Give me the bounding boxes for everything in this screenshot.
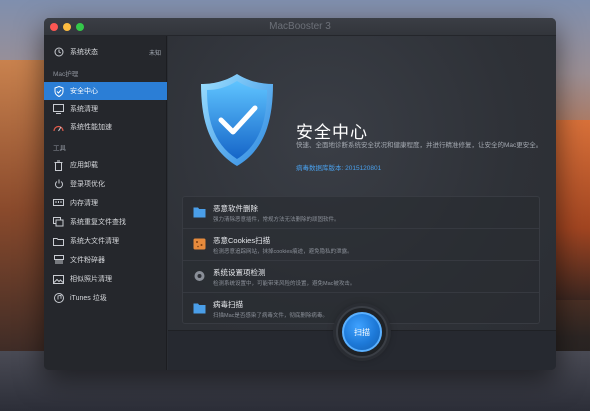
- app-window: MacBooster 3 系统状态 未知 Mac护理 安全中心 系统清理 系统性…: [44, 18, 556, 370]
- sidebar-item-duplicate-finder[interactable]: 系统重复文件查找: [44, 213, 167, 231]
- sidebar-item-security-center[interactable]: 安全中心: [44, 82, 167, 100]
- speedometer-icon: [53, 122, 64, 133]
- settings-icon: [194, 271, 205, 281]
- sidebar: 系统状态 未知 Mac护理 安全中心 系统清理 系统性能加速 工具 应用卸载 登…: [44, 36, 167, 370]
- section-heading-mac-care: Mac护理: [53, 71, 79, 78]
- sidebar-item-label: 登录项优化: [70, 181, 105, 188]
- folder-icon: [193, 207, 206, 218]
- feature-description: 扫描Mac是否感染了病毒文件，彻底删除病毒。: [213, 313, 328, 319]
- feature-description: 检测系统设置中，可能带来风险的设置，避免Mac被攻击。: [213, 281, 356, 287]
- virus-db-version: 病毒数据库版本: 2015120801: [296, 165, 382, 172]
- feature-title: 病毒扫描: [213, 300, 243, 309]
- shield-icon: [53, 85, 64, 97]
- power-icon: [53, 179, 64, 190]
- folder-icon: [53, 236, 64, 247]
- sidebar-item-label: 系统状态: [70, 49, 98, 56]
- feature-title: 恶意软件删除: [213, 204, 258, 213]
- status-badge: 未知: [148, 50, 161, 57]
- music-icon: [53, 293, 64, 304]
- scan-button-ring: 扫描: [336, 306, 388, 358]
- trash-icon: [53, 160, 64, 171]
- feature-title: 系统设置项检测: [213, 268, 266, 277]
- feature-description: 检测恶意追踪网站，抹掉cookies痕迹，避免隐私的泄露。: [213, 249, 353, 255]
- duplicate-icon: [53, 217, 64, 228]
- sidebar-item-system-cleanup[interactable]: 系统清理: [44, 100, 167, 118]
- sidebar-item-similar-photos[interactable]: 相似照片清理: [44, 270, 167, 288]
- sidebar-item-label: 内存清理: [70, 200, 98, 207]
- sidebar-item-label: 安全中心: [70, 88, 98, 95]
- sidebar-item-memory-cleanup[interactable]: 内存清理: [44, 194, 167, 212]
- list-item: 恶意Cookies扫描 检测恶意追踪网站，抹掉cookies痕迹，避免隐私的泄露…: [183, 229, 539, 261]
- page-description: 快速、全面地诊断系统安全状况和健康程度，并进行精准修复，让安全的Mac更安全。: [296, 142, 543, 149]
- sidebar-item-itunes-junk[interactable]: iTunes 垃圾: [44, 289, 167, 307]
- sidebar-item-system-status[interactable]: 系统状态 未知: [44, 43, 167, 61]
- list-item: 恶意软件删除 强力清除恶意插件，常规方法无法删除的顽固软件。: [183, 197, 539, 229]
- window-title: MacBooster 3: [269, 21, 331, 32]
- cookie-icon: [193, 238, 206, 250]
- shield-check-icon: [201, 74, 273, 166]
- feature-title: 恶意Cookies扫描: [213, 236, 271, 245]
- memory-icon: [53, 198, 64, 209]
- monitor-icon: [53, 104, 64, 115]
- title-bar[interactable]: MacBooster 3: [44, 18, 556, 36]
- sidebar-item-file-shredder[interactable]: 文件粉碎器: [44, 251, 167, 269]
- sidebar-item-app-uninstall[interactable]: 应用卸载: [44, 156, 167, 174]
- sidebar-item-label: iTunes 垃圾: [70, 295, 107, 302]
- sidebar-item-label: 文件粉碎器: [70, 257, 105, 264]
- scan-button[interactable]: 扫描: [342, 312, 382, 352]
- feature-list: 恶意软件删除 强力清除恶意插件，常规方法无法删除的顽固软件。 恶意Cookies…: [182, 196, 540, 324]
- list-item: 系统设置项检测 检测系统设置中，可能带来风险的设置，避免Mac被攻击。: [183, 261, 539, 293]
- sidebar-item-label: 相似照片清理: [70, 276, 112, 283]
- sidebar-item-label: 系统清理: [70, 106, 98, 113]
- sidebar-item-label: 应用卸载: [70, 162, 98, 169]
- photos-icon: [53, 274, 64, 285]
- folder-icon: [193, 303, 206, 314]
- clock-icon: [53, 47, 64, 58]
- feature-description: 强力清除恶意插件，常规方法无法删除的顽固软件。: [213, 217, 340, 223]
- sidebar-item-large-files[interactable]: 系统大文件清理: [44, 232, 167, 250]
- sidebar-item-label: 系统重复文件查找: [70, 219, 126, 226]
- sidebar-item-login-items[interactable]: 登录项优化: [44, 175, 167, 193]
- page-title: 安全中心: [296, 123, 368, 142]
- desktop-wallpaper-right: [550, 120, 590, 300]
- sidebar-item-performance-boost[interactable]: 系统性能加速: [44, 118, 167, 136]
- shredder-icon: [53, 255, 64, 266]
- main-panel: 安全中心 快速、全面地诊断系统安全状况和健康程度，并进行精准修复，让安全的Mac…: [168, 36, 556, 370]
- sidebar-item-label: 系统性能加速: [70, 124, 112, 131]
- section-heading-tools: 工具: [53, 145, 66, 152]
- sidebar-item-label: 系统大文件清理: [70, 238, 119, 245]
